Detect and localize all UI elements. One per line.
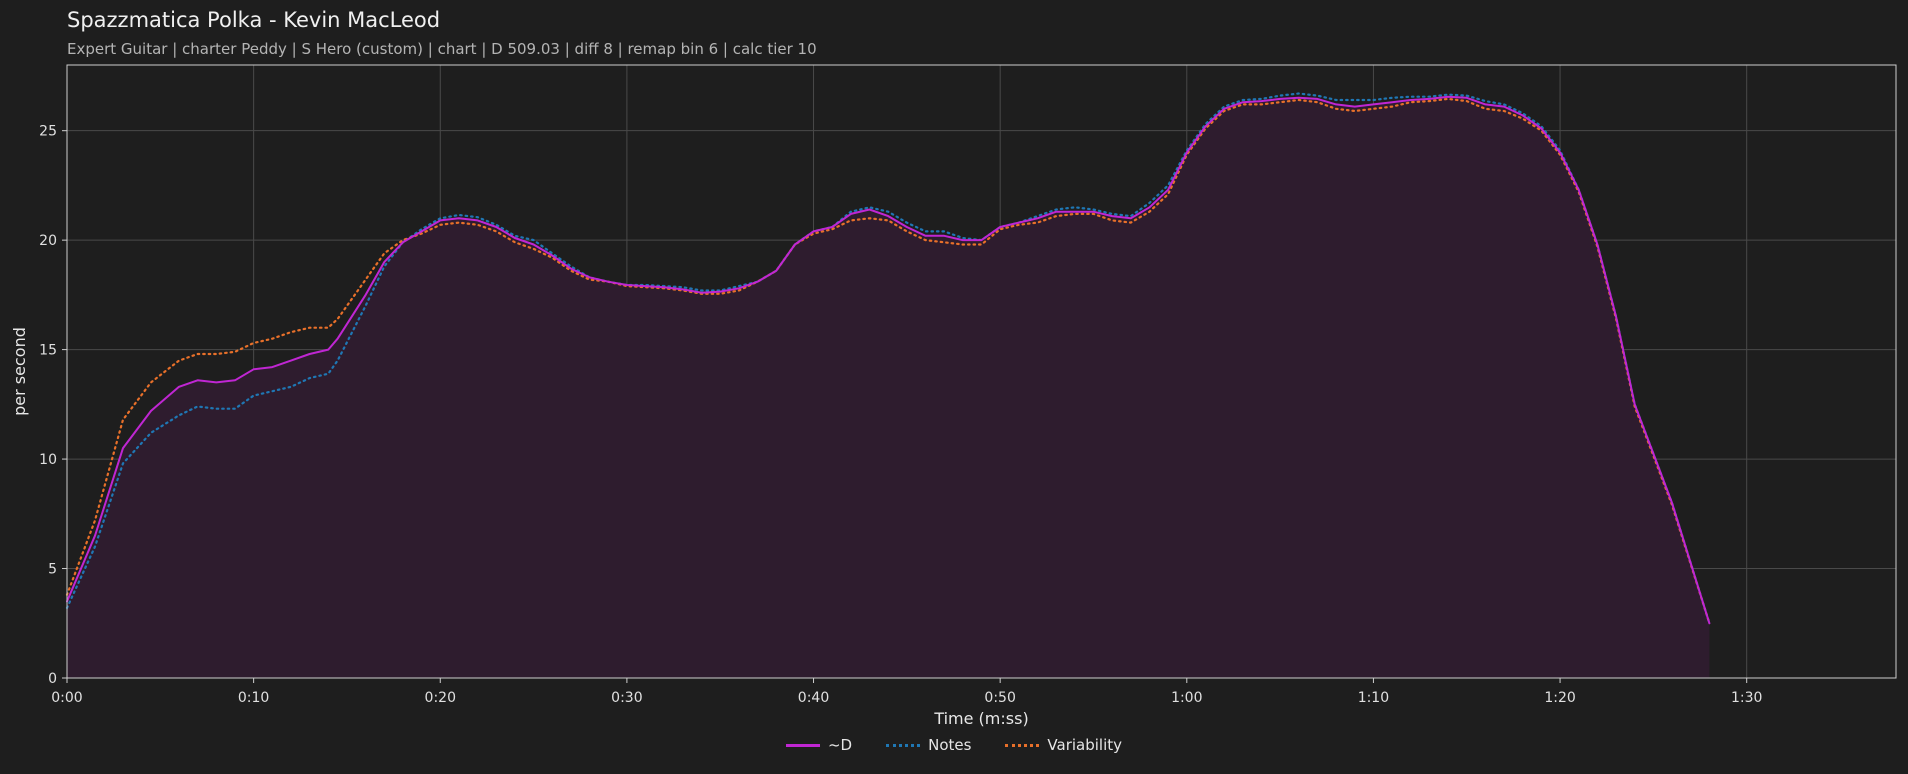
legend-label-variability: Variability bbox=[1047, 736, 1123, 754]
area-fill bbox=[67, 96, 1710, 678]
y-tick-label: 10 bbox=[39, 452, 57, 468]
x-tick-label: 0:50 bbox=[984, 690, 1015, 706]
x-tick-label: 0:20 bbox=[425, 690, 456, 706]
legend-item-d: ~D bbox=[785, 736, 853, 754]
y-tick-label: 15 bbox=[39, 343, 57, 359]
legend-item-notes: Notes bbox=[886, 736, 971, 754]
legend-swatch-notes bbox=[886, 743, 921, 747]
y-tick-label: 5 bbox=[48, 562, 57, 578]
legend-swatch-variability bbox=[1005, 743, 1040, 747]
x-axis-label: Time (m:ss) bbox=[933, 709, 1028, 728]
y-tick-label: 25 bbox=[39, 124, 57, 140]
legend-label-notes: Notes bbox=[928, 736, 972, 754]
x-tick-label: 0:40 bbox=[798, 690, 829, 706]
legend-item-variability: Variability bbox=[1005, 736, 1122, 754]
x-tick-label: 1:00 bbox=[1171, 690, 1202, 706]
x-tick-label: 1:10 bbox=[1358, 690, 1389, 706]
y-tick-label: 20 bbox=[39, 233, 57, 249]
legend-swatch-d bbox=[785, 743, 820, 747]
x-tick-label: 0:00 bbox=[51, 690, 82, 706]
x-tick-label: 0:30 bbox=[611, 690, 642, 706]
x-tick-label: 0:10 bbox=[238, 690, 269, 706]
chart-svg: 0:00 0:10 0:20 0:30 0:40 0:50 1:00 1:10 1:20 1:30… bbox=[10, 64, 1897, 728]
x-tick-label: 1:20 bbox=[1544, 690, 1575, 706]
legend: ~D Notes Variability bbox=[0, 736, 1908, 754]
area-under-d bbox=[67, 96, 1710, 678]
legend-label-d: ~D bbox=[827, 736, 853, 754]
y-axis-label: per second bbox=[10, 327, 29, 416]
y-tick-label: 0 bbox=[48, 671, 57, 687]
x-tick-label: 1:30 bbox=[1731, 690, 1762, 706]
